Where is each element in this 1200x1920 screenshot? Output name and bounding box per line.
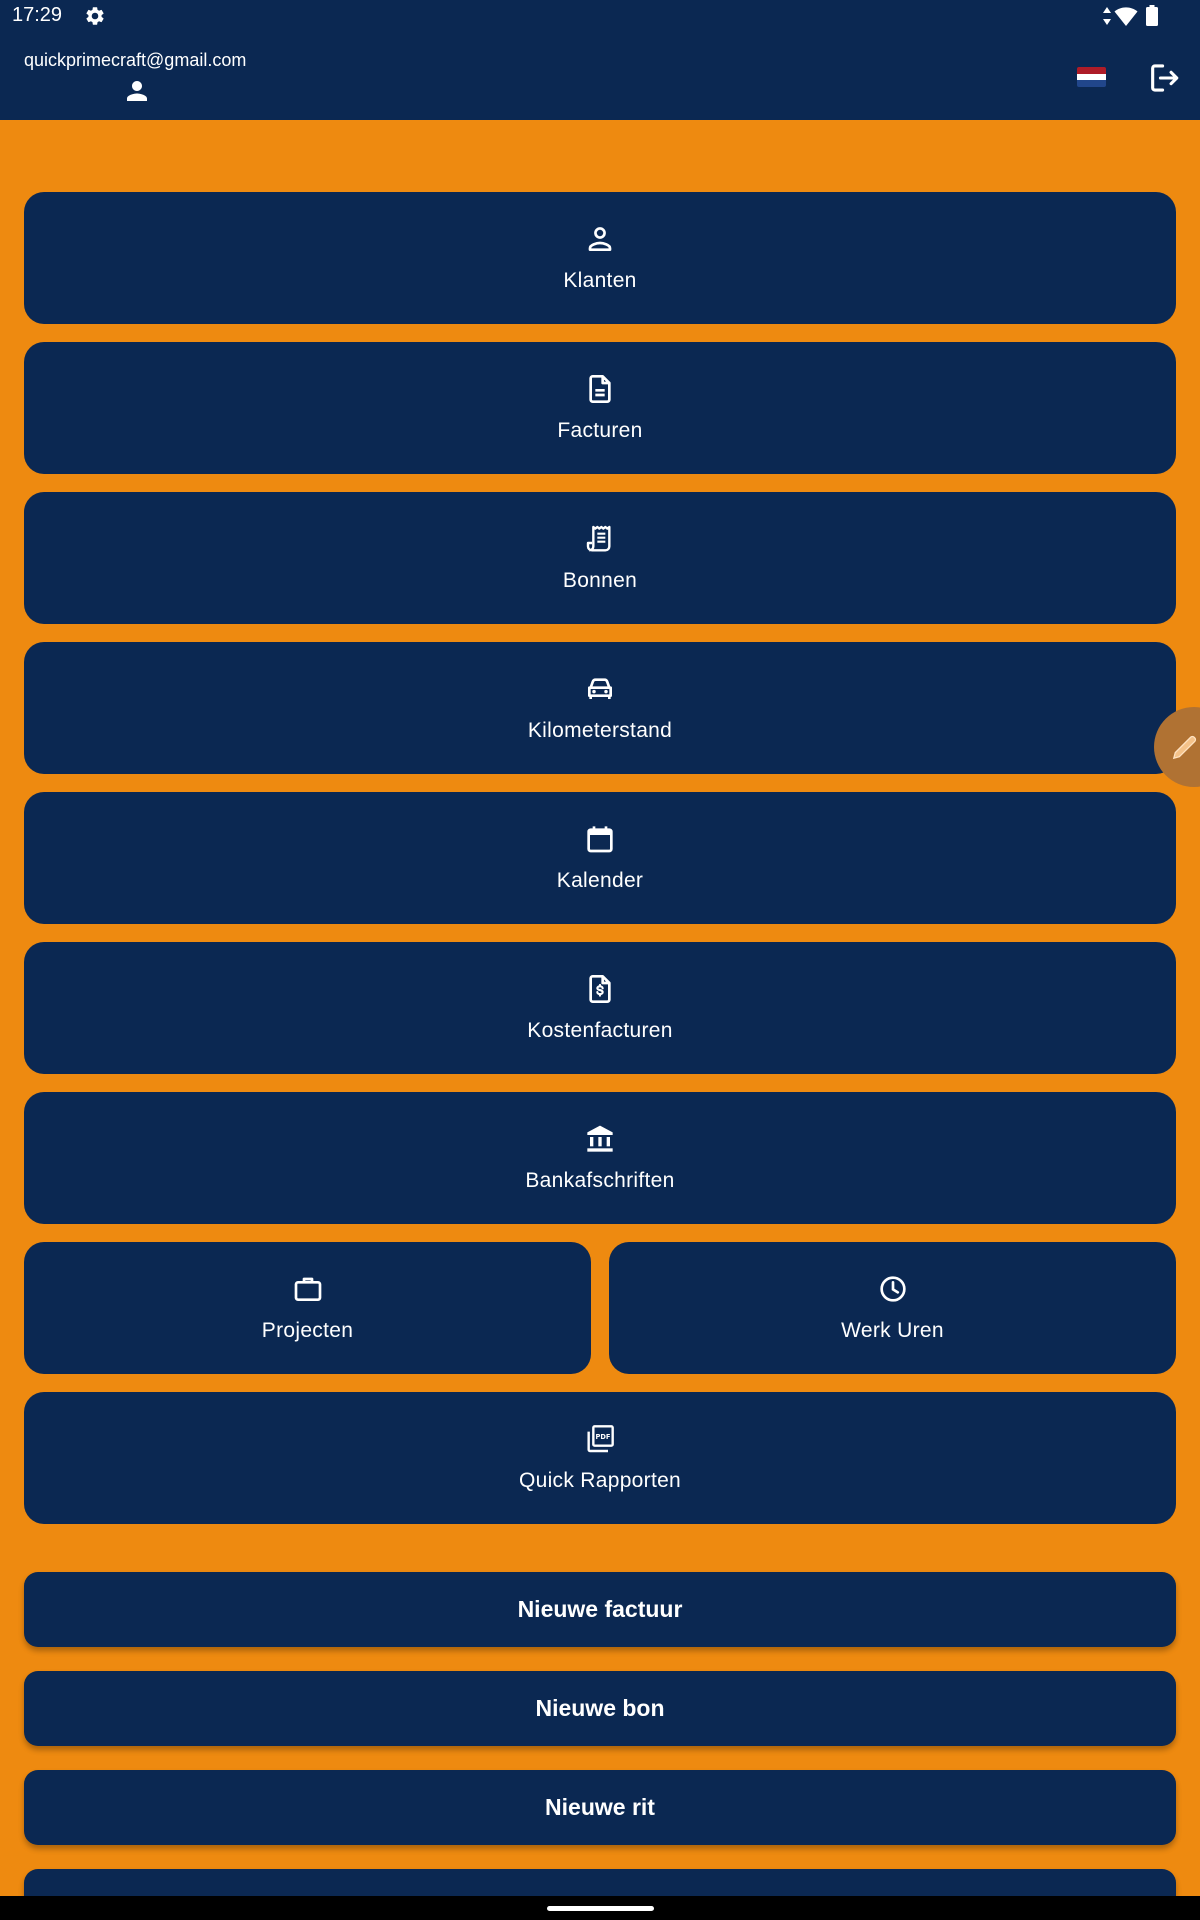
- car-icon: [588, 678, 612, 699]
- tile-label: Kilometerstand: [527, 719, 673, 742]
- pdf-icon: PDF: [587, 1425, 614, 1453]
- user-email: quickprimecraft@gmail.com: [24, 50, 247, 70]
- tile-label: Werk Uren: [841, 1319, 944, 1342]
- calendar-icon: [587, 826, 613, 853]
- tile-kilometerstand[interactable]: Kilometerstand: [24, 642, 1176, 774]
- tile-label: Kostenfacturen: [527, 1019, 673, 1042]
- data-arrows-icon: [1103, 7, 1111, 25]
- tile-kalender[interactable]: Kalender: [24, 792, 1176, 924]
- document-icon: [589, 375, 611, 403]
- tile-label: Kalender: [556, 869, 644, 892]
- receipt-icon: [586, 525, 611, 552]
- system-nav-bar: [0, 1896, 1200, 1920]
- invoice-dollar-icon: [589, 975, 611, 1003]
- logout-button[interactable]: [1144, 58, 1184, 98]
- clock-icon: [879, 1276, 906, 1302]
- new-invoice-button[interactable]: Nieuwe factuur: [24, 1572, 1176, 1647]
- tile-werk-uren[interactable]: Werk Uren: [609, 1242, 1176, 1374]
- tile-label: Klanten: [563, 269, 637, 292]
- tile-label: Quick Rapporten: [518, 1469, 682, 1492]
- person-outline-icon: [588, 227, 612, 251]
- tile-projecten[interactable]: Projecten: [24, 1242, 591, 1374]
- wifi-icon: [1114, 7, 1138, 27]
- tile-label: Facturen: [557, 419, 643, 442]
- battery-icon: [1146, 5, 1158, 26]
- app-header: quickprimecraft@gmail.com: [0, 32, 1200, 120]
- tile-label: Projecten: [261, 1319, 354, 1342]
- tile-quick-rapporten[interactable]: PDF Quick Rapporten: [24, 1392, 1176, 1524]
- tile-label: Bankafschriften: [525, 1169, 675, 1192]
- bank-icon: [587, 1125, 613, 1152]
- new-receipt-button[interactable]: Nieuwe bon: [24, 1671, 1176, 1746]
- tile-bankafschriften[interactable]: Bankafschriften: [24, 1092, 1176, 1224]
- pencil-icon: [1172, 735, 1197, 760]
- home-gesture-handle[interactable]: [547, 1906, 654, 1911]
- tile-klanten[interactable]: Klanten: [24, 192, 1176, 324]
- status-time: 17:29: [12, 4, 63, 26]
- status-bar: 17:29: [0, 0, 1200, 32]
- svg-text:PDF: PDF: [596, 1433, 611, 1441]
- main-menu: Klanten Facturen Bonnen Kilometerstand K…: [0, 120, 1200, 1896]
- briefcase-icon: [294, 1277, 321, 1301]
- logout-icon: [1151, 64, 1179, 92]
- flag-nl-icon[interactable]: [1077, 67, 1106, 87]
- tile-facturen[interactable]: Facturen: [24, 342, 1176, 474]
- tile-kostenfacturen[interactable]: Kostenfacturen: [24, 942, 1176, 1074]
- new-trip-button[interactable]: Nieuwe rit: [24, 1770, 1176, 1845]
- tile-bonnen[interactable]: Bonnen: [24, 492, 1176, 624]
- settings-gear-icon: [86, 7, 104, 25]
- more-action-button[interactable]: [24, 1869, 1176, 1896]
- person-icon[interactable]: [122, 76, 152, 106]
- tile-label: Bonnen: [562, 569, 638, 592]
